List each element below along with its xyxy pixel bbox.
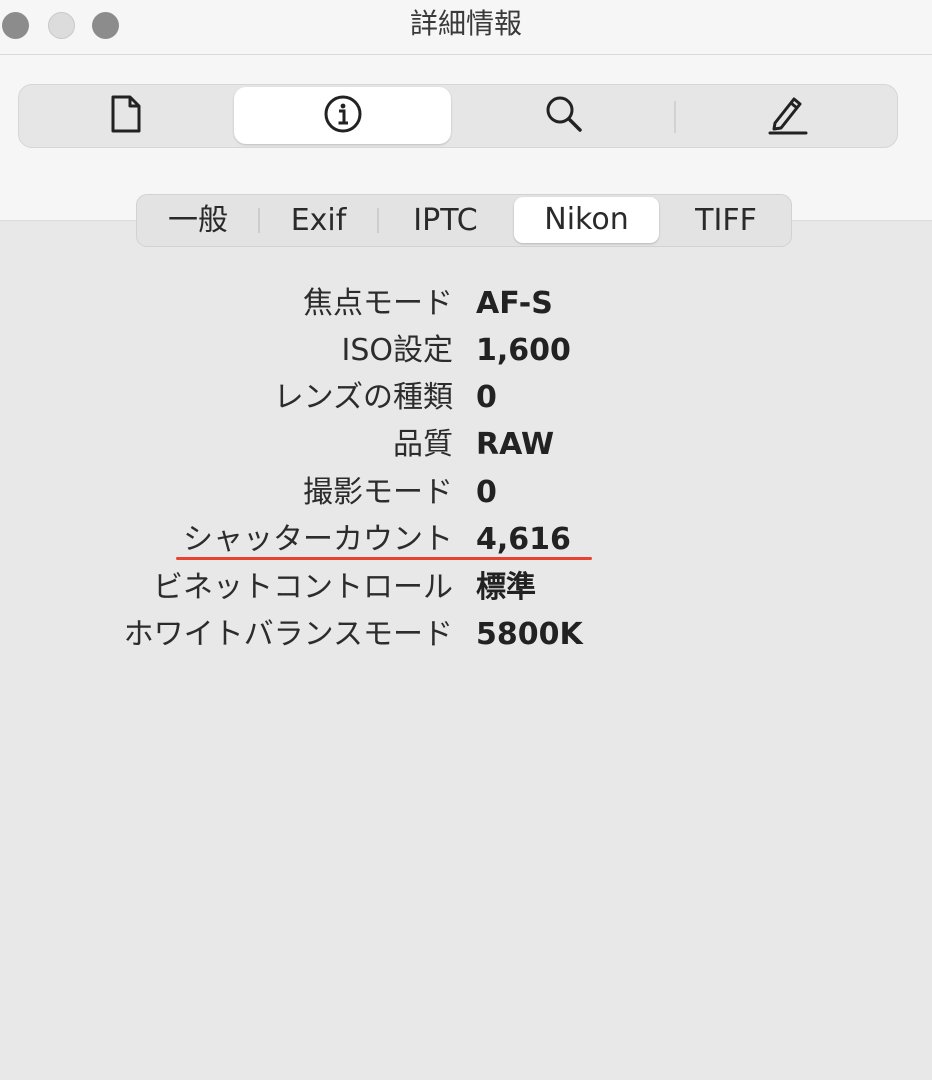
search-icon	[544, 94, 584, 138]
row-value: 5800K	[476, 617, 583, 652]
list-item: レンズの種類 0	[0, 374, 932, 422]
tab-iptc[interactable]: IPTC	[379, 195, 512, 246]
tab-general[interactable]: 一般	[137, 195, 259, 246]
row-value: 標準	[476, 570, 536, 605]
list-item: ホワイトバランスモード 5800K	[0, 611, 932, 659]
row-value: RAW	[476, 427, 555, 462]
row-label: ホワイトバランスモード	[123, 617, 453, 652]
toolbar-button-info[interactable]	[234, 87, 451, 144]
tab-tiff[interactable]: TIFF	[661, 195, 791, 246]
metadata-tabs: 一般 Exif IPTC Nikon TIFF	[136, 194, 792, 247]
row-label: ビネットコントロール	[153, 570, 453, 605]
annotation-underline	[176, 557, 592, 560]
list-item: ビネットコントロール 標準	[0, 564, 932, 612]
info-icon	[323, 94, 363, 138]
row-value: 0	[476, 380, 497, 415]
list-item: 撮影モード 0	[0, 469, 932, 517]
tab-exif[interactable]: Exif	[260, 195, 377, 246]
row-label: 撮影モード	[303, 475, 453, 510]
window-title: 詳細情報	[409, 7, 522, 40]
pencil-icon	[767, 93, 809, 139]
row-value: AF-S	[476, 286, 553, 321]
toolbar-button-general[interactable]	[19, 85, 233, 147]
list-item: 焦点モード AF-S	[0, 280, 932, 328]
list-item: 品質 RAW	[0, 421, 932, 469]
row-label: レンズの種類	[273, 380, 453, 415]
row-label: 焦点モード	[303, 286, 453, 321]
list-item: ISO設定 1,600	[0, 327, 932, 375]
toolbar-divider	[674, 101, 676, 133]
document-icon	[109, 94, 143, 138]
row-label: 品質	[393, 427, 453, 462]
row-label: ISO設定	[341, 333, 453, 368]
title-bar: 詳細情報	[0, 0, 932, 55]
toolbar-button-search[interactable]	[459, 85, 669, 147]
row-value: 1,600	[476, 333, 571, 368]
row-value: 0	[476, 475, 497, 510]
toolbar-button-annotate[interactable]	[679, 85, 897, 147]
inspector-toolbar	[18, 84, 898, 148]
tab-nikon[interactable]: Nikon	[514, 197, 659, 243]
